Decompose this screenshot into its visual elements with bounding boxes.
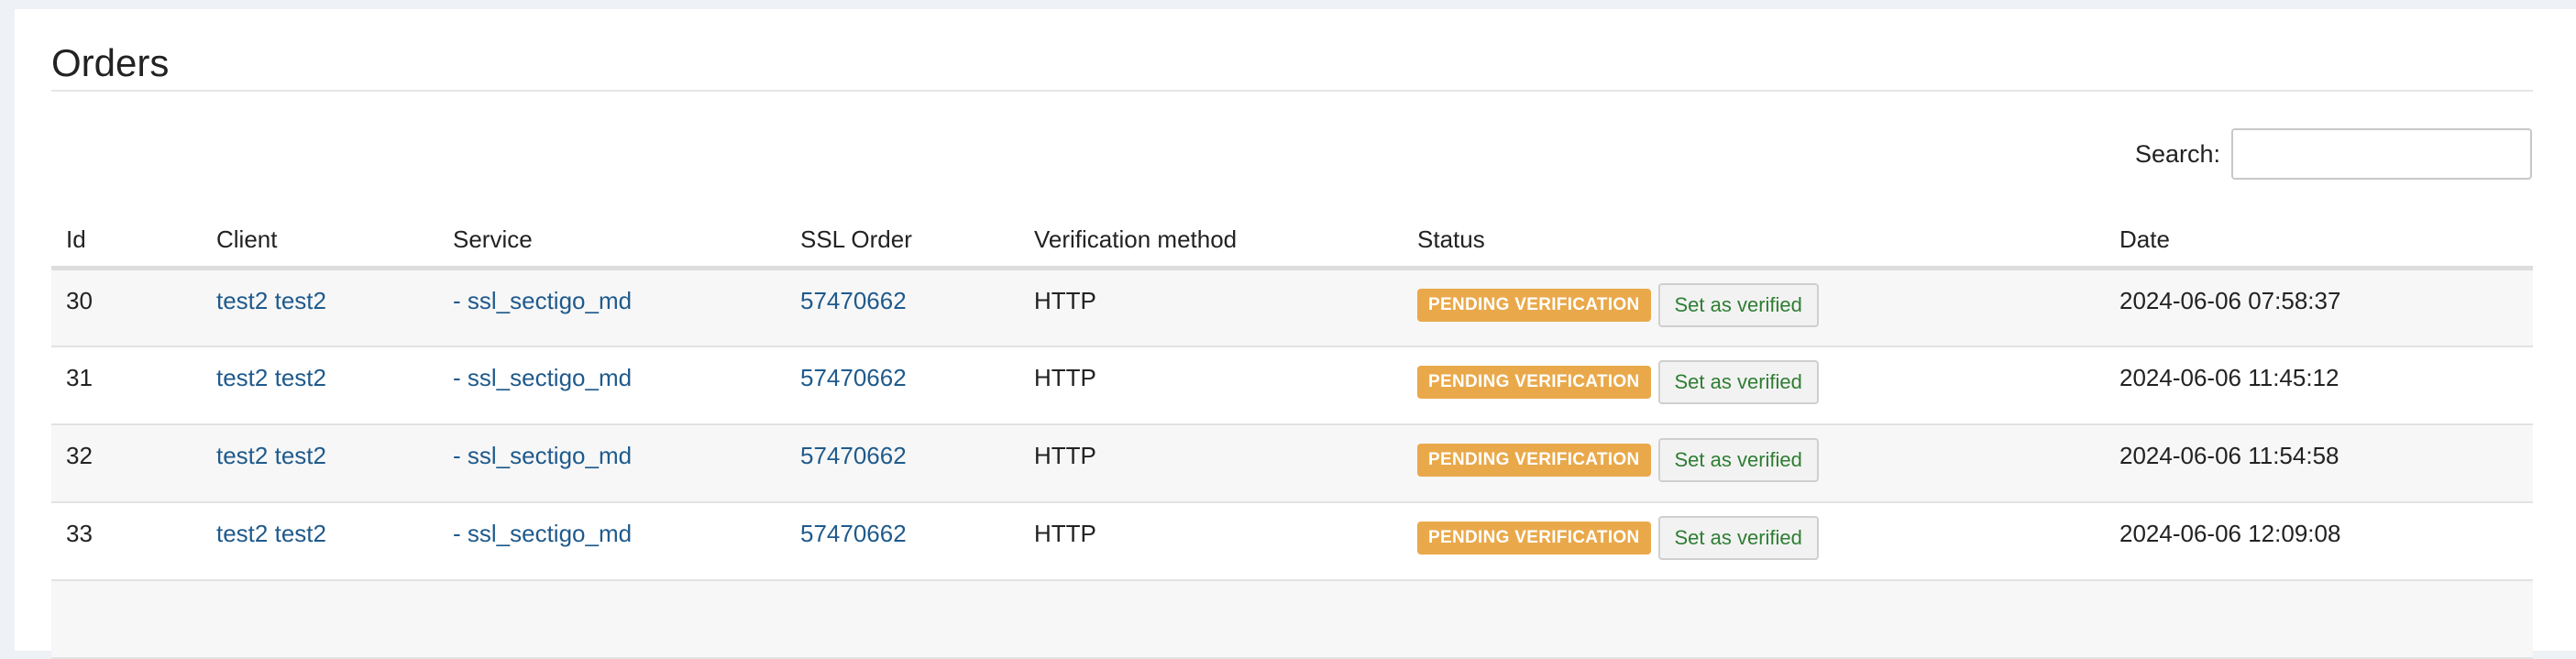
table-row: 32 test2 test2 - ssl_sectigo_md 57470662…: [51, 423, 2533, 503]
column-header-status[interactable]: Status: [1403, 213, 2105, 270]
cell-verification-method: HTTP: [1019, 346, 1403, 425]
search-label: Search:: [2134, 139, 2220, 168]
page-title: Orders: [51, 41, 170, 84]
cell-id: 30: [51, 268, 202, 347]
cell-verification-method: HTTP: [1019, 501, 1403, 581]
cell-date: 2024-06-06 07:58:37: [2105, 268, 2533, 347]
table-row: 31 test2 test2 - ssl_sectigo_md 57470662…: [51, 346, 2533, 425]
search-input[interactable]: [2231, 128, 2532, 180]
ssl-order-link[interactable]: 57470662: [800, 287, 907, 314]
status-cell: PENDING VERIFICATION Set as verified: [1417, 359, 2105, 404]
ssl-order-link[interactable]: 57470662: [800, 520, 907, 547]
set-as-verified-button[interactable]: Set as verified: [1657, 359, 1819, 404]
ssl-order-link[interactable]: 57470662: [800, 442, 907, 469]
set-as-verified-button[interactable]: Set as verified: [1657, 437, 1819, 482]
set-as-verified-button[interactable]: Set as verified: [1657, 515, 1819, 560]
cell-date: 2024-06-06 11:45:12: [2105, 346, 2533, 425]
status-badge: PENDING VERIFICATION: [1417, 521, 1651, 555]
cell-verification-method: HTTP: [1019, 423, 1403, 503]
service-link[interactable]: - ssl_sectigo_md: [453, 287, 632, 314]
cell-date: 2024-06-06 11:54:58: [2105, 423, 2533, 503]
cell-id: 32: [51, 423, 202, 503]
table-header-row: Id Client Service SSL Order Verification…: [51, 213, 2533, 270]
title-divider: [51, 90, 2533, 92]
client-link[interactable]: test2 test2: [216, 520, 326, 547]
client-link[interactable]: test2 test2: [216, 364, 326, 391]
column-header-date[interactable]: Date: [2105, 213, 2533, 270]
status-badge: PENDING VERIFICATION: [1417, 443, 1651, 477]
column-header-client[interactable]: Client: [202, 213, 438, 270]
table-row: 30 test2 test2 - ssl_sectigo_md 57470662…: [51, 268, 2533, 347]
service-link[interactable]: - ssl_sectigo_md: [453, 442, 632, 469]
service-link[interactable]: - ssl_sectigo_md: [453, 520, 632, 547]
set-as-verified-button[interactable]: Set as verified: [1657, 283, 1819, 327]
cell-id: [51, 579, 202, 659]
cell-date: 2024-06-06 12:09:08: [2105, 501, 2533, 581]
table-row: [51, 579, 2533, 659]
column-header-id[interactable]: Id: [51, 213, 202, 270]
client-link[interactable]: test2 test2: [216, 287, 326, 314]
column-header-ssl-order[interactable]: SSL Order: [786, 213, 1019, 270]
status-badge: PENDING VERIFICATION: [1417, 365, 1651, 399]
status-cell: PENDING VERIFICATION Set as verified: [1417, 515, 2105, 560]
orders-table: Id Client Service SSL Order Verification…: [51, 213, 2533, 659]
status-cell: PENDING VERIFICATION Set as verified: [1417, 283, 2105, 327]
cell-id: 31: [51, 346, 202, 425]
search-bar: Search:: [2135, 128, 2532, 180]
cell-id: 33: [51, 501, 202, 581]
column-header-service[interactable]: Service: [438, 213, 786, 270]
orders-panel: Orders Search: Id Client Service SSL Ord…: [15, 9, 2576, 659]
service-link[interactable]: - ssl_sectigo_md: [453, 364, 632, 391]
table-row: 33 test2 test2 - ssl_sectigo_md 57470662…: [51, 501, 2533, 581]
column-header-verification-method[interactable]: Verification method: [1019, 213, 1403, 270]
status-badge: PENDING VERIFICATION: [1417, 289, 1651, 322]
client-link[interactable]: test2 test2: [216, 442, 326, 469]
status-cell: PENDING VERIFICATION Set as verified: [1417, 437, 2105, 482]
ssl-order-link[interactable]: 57470662: [800, 364, 907, 391]
cell-verification-method: HTTP: [1019, 268, 1403, 347]
